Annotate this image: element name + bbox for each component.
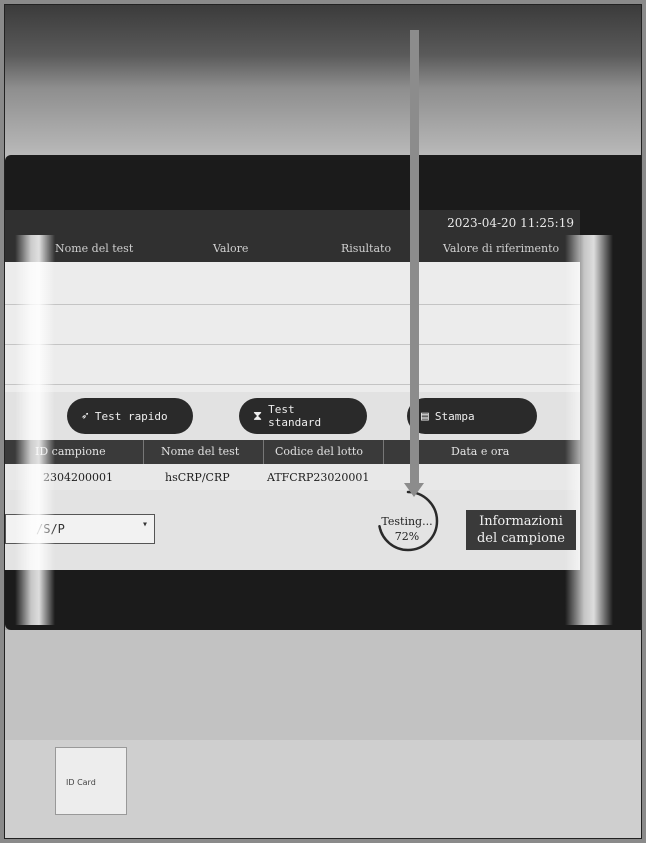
result-row-divider — [5, 344, 580, 345]
testing-status-label: Testing... — [381, 515, 433, 528]
result-row-divider — [5, 304, 580, 305]
annotation-arrow-shaft — [410, 30, 419, 485]
print-button[interactable]: ▤ Stampa — [407, 398, 537, 434]
id-card-label: ID Card — [66, 778, 96, 787]
th-test-name: Nome del test — [161, 445, 240, 458]
sample-info-button[interactable]: Informazioni del campione — [466, 510, 576, 550]
th-date-time: Data e ora — [451, 445, 510, 458]
col-test-name: Nome del test — [55, 242, 134, 255]
datetime-display: 2023-04-20 11:25:19 — [447, 216, 574, 230]
results-header: 2023-04-20 11:25:19 Nome del test Valore… — [5, 210, 580, 262]
device-lower-panel — [5, 630, 641, 740]
screen-glare — [565, 235, 613, 625]
rocket-icon: ➶ — [81, 408, 89, 424]
cell-lot-code: ATFCRP23020001 — [267, 471, 370, 484]
sample-info-line2: del campione — [476, 531, 566, 546]
col-reference-value: Valore di riferimento — [443, 242, 560, 255]
standard-test-button[interactable]: ⧗ Test standard — [239, 398, 367, 434]
hourglass-icon: ⧗ — [253, 408, 263, 424]
column-divider — [263, 440, 264, 464]
rapid-test-button[interactable]: ➶ Test rapido — [67, 398, 193, 434]
col-result: Risultato — [341, 242, 392, 255]
printer-icon: ▤ — [421, 408, 429, 424]
col-value: Valore — [213, 242, 249, 255]
cell-test-name: hsCRP/CRP — [165, 471, 230, 484]
screen-glare — [15, 235, 55, 625]
th-lot-code: Codice del lotto — [275, 445, 363, 458]
action-buttons-row: ➶ Test rapido ⧗ Test standard ▤ Stampa — [5, 392, 580, 442]
print-label: Stampa — [434, 409, 475, 423]
sample-table-header: ID campione Nome del test Codice del lot… — [5, 440, 580, 464]
rapid-test-label: Test rapido — [94, 409, 168, 423]
id-card: ID Card — [55, 747, 127, 815]
column-divider — [383, 440, 384, 464]
results-area — [5, 262, 580, 392]
sample-info-line1: Informazioni — [479, 514, 563, 529]
result-row-divider — [5, 384, 580, 385]
standard-test-label: Test standard — [268, 403, 322, 429]
photo-frame: 2023-04-20 11:25:19 Nome del test Valore… — [4, 4, 642, 839]
column-divider — [143, 440, 144, 464]
chevron-down-icon: ▾ — [141, 519, 148, 530]
table-row[interactable]: 2304200001 hsCRP/CRP ATFCRP23020001 — [5, 464, 580, 490]
annotation-arrow-head — [404, 483, 424, 497]
testing-progress-percent: 72% — [394, 530, 420, 543]
